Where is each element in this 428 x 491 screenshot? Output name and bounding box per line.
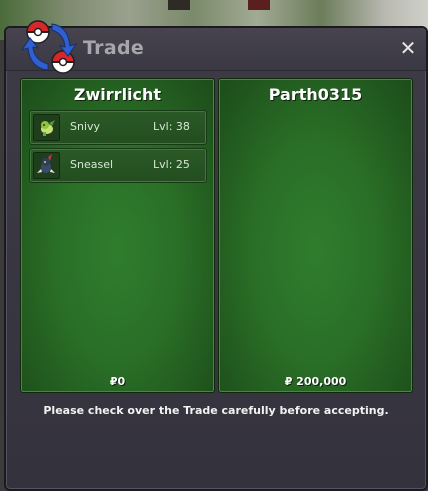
snivy-sprite-icon [33, 114, 60, 141]
left-trader-panel: Zwirrlicht Snivy Lvl: 38 Sneasel Lvl: 25… [20, 78, 215, 393]
trade-warning-message: Please check over the Trade carefully be… [43, 404, 389, 417]
pokemon-name: Sneasel [70, 158, 114, 171]
sneasel-sprite-icon [33, 152, 60, 179]
pokemon-slot-1[interactable]: Snivy Lvl: 38 [29, 110, 207, 145]
right-trader-panel: Parth0315 ₽ 200,000 [218, 78, 413, 393]
window-title: Trade [83, 37, 145, 59]
trade-arrows-pokeball-icon [20, 20, 78, 74]
pokemon-level: Lvl: 38 [153, 120, 190, 133]
close-button[interactable]: ✕ [398, 37, 418, 59]
pokemon-level: Lvl: 25 [153, 158, 190, 171]
left-trainer-name: Zwirrlicht [73, 85, 162, 104]
right-money-offer: ₽ 200,000 [284, 375, 347, 388]
character-sprite [168, 0, 190, 10]
right-trainer-name: Parth0315 [268, 85, 363, 104]
character-sprite [248, 0, 270, 10]
pokemon-slot-2[interactable]: Sneasel Lvl: 25 [29, 148, 207, 183]
left-money-offer: ₽0 [109, 375, 126, 388]
trade-window: Trade ✕ Zwirrlicht Snivy Lvl: 38 Sneasel… [4, 20, 428, 491]
pokemon-name: Snivy [70, 120, 101, 133]
